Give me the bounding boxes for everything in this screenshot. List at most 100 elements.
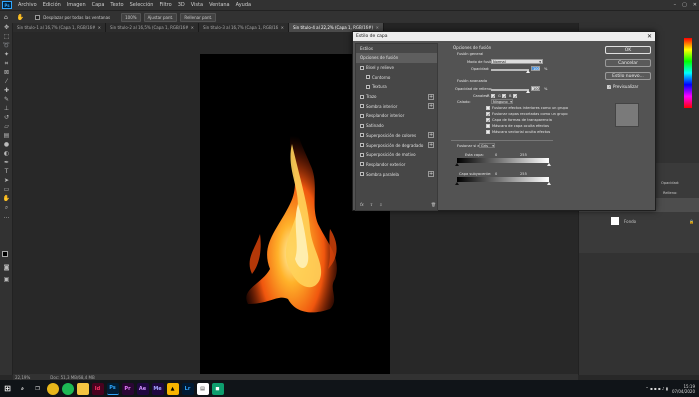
style-item-satin[interactable]: Satinado [356,121,437,131]
eyedropper-tool-icon[interactable]: ⁄ [0,77,13,86]
close-tab-icon[interactable]: ✕ [191,25,194,30]
menu-capa[interactable]: Capa [89,2,108,8]
menu-texto[interactable]: Texto [107,2,126,8]
style-item-blending-options[interactable]: Opciones de fusión [356,53,437,63]
add-style-icon[interactable]: + [428,93,434,100]
menu-seleccion[interactable]: Selección [127,2,157,8]
dodge-tool-icon[interactable]: ◐ [0,149,13,158]
add-style-icon[interactable]: + [428,103,434,110]
hand-tool-icon[interactable]: ✋ [0,194,13,203]
zoom-tool-icon[interactable]: ⌕ [0,203,13,212]
fill-opacity-slider[interactable] [491,89,529,91]
style-item-stroke[interactable]: Trazo + [356,92,437,102]
opacity-slider[interactable] [491,69,529,71]
channel-r-checkbox[interactable] [491,94,495,99]
menu-3d[interactable]: 3D [175,2,188,8]
clock[interactable]: 15:19 07/04/2020 [672,384,695,394]
close-tab-icon[interactable]: ✕ [376,25,379,30]
menu-archivo[interactable]: Archivo [15,2,40,8]
fill-screen-button[interactable]: Rellenar pant. [180,12,217,22]
stamp-tool-icon[interactable]: ⊥ [0,104,13,113]
home-icon[interactable]: ⌂ [4,14,8,21]
green-app-icon[interactable]: ◼ [211,382,224,395]
after-effects-icon[interactable]: Ae [136,382,149,395]
indesign-icon[interactable]: Id [91,382,104,395]
more-tools-icon[interactable]: … [0,212,13,221]
tray-icons[interactable]: ⌃ ▪ ▪ ▪ ♪ ▮ [645,386,668,391]
style-item-inner-glow[interactable]: Resplandor interior [356,111,437,121]
style-item-drop-shadow[interactable]: Sombra paralela + [356,169,437,179]
style-item-gradient-overlay[interactable]: Superposición de degradado + [356,140,437,150]
underlying-layer-white-handle[interactable] [547,182,551,185]
path-selection-tool-icon[interactable]: ➤ [0,176,13,185]
marquee-tool-icon[interactable]: ⬚ [0,32,13,41]
quick-mask-icon[interactable]: ◙ [0,263,13,272]
style-checkbox[interactable] [360,94,364,99]
scroll-all-checkbox[interactable] [35,14,41,20]
search-icon[interactable]: ⌕ [17,383,29,395]
pen-tool-icon[interactable]: ✒ [0,158,13,167]
fx-icon[interactable]: fx [360,202,364,207]
zoom-level[interactable]: 22,19% [15,375,30,380]
frame-tool-icon[interactable]: ⊠ [0,68,13,77]
photoshop-taskbar-icon[interactable]: Ps [106,382,119,395]
close-tab-icon[interactable]: ✕ [98,25,101,30]
media-encoder-icon[interactable]: Me [151,382,164,395]
blend-interior-checkbox[interactable] [486,106,490,110]
magic-wand-tool-icon[interactable]: ✦ [0,50,13,59]
zoom-100-button[interactable]: 100% [121,12,141,22]
task-view-icon[interactable]: ❐ [32,383,44,395]
gradient-tool-icon[interactable]: ▤ [0,131,13,140]
blend-if-select[interactable]: Gris ▾ [479,143,495,148]
style-item-bevel[interactable]: Bisel y relieve [356,63,437,73]
style-checkbox[interactable] [360,113,364,118]
crop-tool-icon[interactable]: ⌗ [0,59,13,68]
brush-tool-icon[interactable]: ✎ [0,95,13,104]
tab-document-1[interactable]: Sin título-1 al 16,7% (Capa 1, RGB/16#) ✕ [13,23,106,32]
blend-clipped-checkbox[interactable] [486,112,490,117]
this-layer-black-handle[interactable] [455,163,459,166]
style-checkbox[interactable] [360,133,364,138]
blur-tool-icon[interactable]: ● [0,140,13,149]
menu-ayuda[interactable]: Ayuda [233,2,254,8]
triangle-app-icon[interactable]: ▲ [166,382,179,395]
rectangle-tool-icon[interactable]: ▭ [0,185,13,194]
premiere-icon[interactable]: Pr [121,382,134,395]
preview-checkbox[interactable] [607,84,611,89]
style-item-outer-glow[interactable]: Resplandor exterior [356,160,437,170]
underlying-layer-gradient[interactable] [457,177,549,182]
file-explorer-icon[interactable] [76,382,89,395]
trash-icon[interactable]: 🗑 [431,202,436,207]
style-checkbox[interactable] [360,152,364,157]
new-style-button[interactable]: Estilo nuevo... [605,72,651,80]
windows-start-icon[interactable]: ⊞ [2,383,14,395]
underlying-layer-black-handle[interactable] [455,182,459,185]
menu-vista[interactable]: Vista [188,2,206,8]
style-checkbox[interactable] [360,123,364,128]
close-dialog-icon[interactable]: ✕ [647,33,652,40]
minimize-icon[interactable]: – [674,2,677,8]
move-down-icon[interactable]: ⇩ [379,202,382,207]
color-spectrum[interactable] [684,38,692,108]
document-app-icon[interactable]: ▤ [196,382,209,395]
style-item-contour[interactable]: Contorno [356,72,437,82]
screen-mode-icon[interactable]: ▣ [0,275,13,284]
menu-imagen[interactable]: Imagen [64,2,89,8]
this-layer-white-handle[interactable] [547,163,551,166]
style-item-color-overlay[interactable]: Superposición de colores + [356,131,437,141]
fill-opacity-slider-handle[interactable] [526,90,530,93]
channel-g-checkbox[interactable] [502,94,506,99]
close-tab-icon[interactable]: ✕ [281,25,284,30]
maximize-icon[interactable]: ▢ [682,2,687,8]
lasso-tool-icon[interactable]: ➰ [0,41,13,50]
this-layer-gradient[interactable] [457,158,549,163]
menu-filtro[interactable]: Filtro [156,2,174,8]
close-window-icon[interactable]: ✕ [693,2,697,8]
transparency-shapes-checkbox[interactable] [486,118,490,123]
vector-mask-hides-checkbox[interactable] [486,130,490,134]
lightroom-icon[interactable]: Lr [181,382,194,395]
style-item-texture[interactable]: Textura [356,82,437,92]
style-checkbox[interactable] [360,65,364,70]
style-item-inner-shadow[interactable]: Sombra interior + [356,101,437,111]
opacity-input[interactable]: 100 [531,66,540,71]
